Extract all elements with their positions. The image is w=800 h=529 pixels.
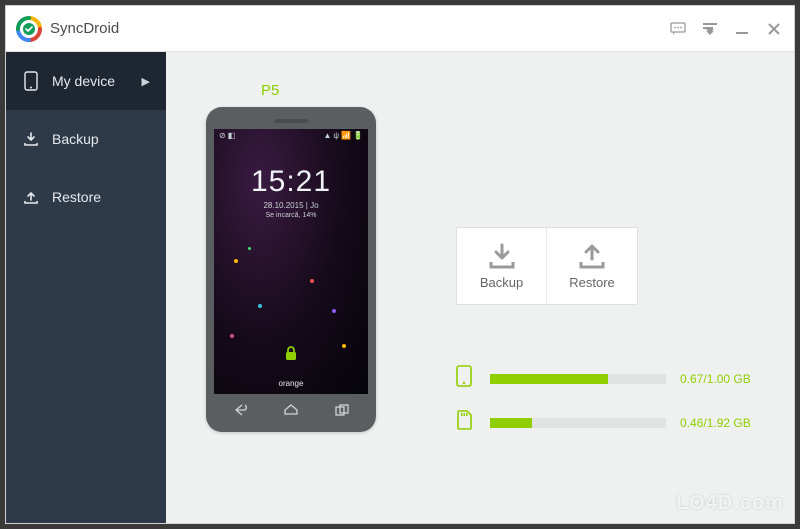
- storage-row-sdcard: 0.46/1.92 GB: [456, 410, 754, 435]
- sidebar-item-label: Backup: [52, 131, 99, 147]
- button-label: Backup: [480, 275, 523, 290]
- phone-icon: [22, 71, 40, 91]
- minimize-button[interactable]: [732, 19, 752, 39]
- upload-icon: [577, 243, 607, 269]
- close-button[interactable]: [764, 19, 784, 39]
- nav-recent-icon: [333, 404, 351, 416]
- lockscreen-clock: 15:21: [251, 165, 331, 199]
- phone-screen: ⊘◧ ▲ψ📶🔋 15:21 28.10.2015 | Jo Se incarcă…: [214, 129, 368, 394]
- wallpaper-dot: [310, 279, 314, 283]
- download-icon: [22, 131, 40, 147]
- nav-home-icon: [282, 404, 300, 416]
- carrier-label: orange: [279, 379, 304, 388]
- sidebar: My device ▶ Backup Restore: [6, 52, 166, 523]
- storage-bar-fill: [490, 418, 532, 428]
- statusbar-right: ▲ψ📶🔋: [322, 131, 364, 140]
- action-buttons: Backup Restore: [456, 227, 638, 305]
- menu-button[interactable]: [700, 19, 720, 39]
- button-label: Restore: [569, 275, 615, 290]
- download-icon: [487, 243, 517, 269]
- storage-section: 0.67/1.00 GB 0.46/1.92 GB: [456, 365, 754, 435]
- storage-bar: [490, 374, 666, 384]
- app-logo-icon: [16, 16, 42, 42]
- wallpaper-dot: [234, 259, 238, 263]
- sidebar-item-my-device[interactable]: My device ▶: [6, 52, 166, 110]
- wallpaper-dot: [230, 334, 234, 338]
- nav-back-icon: [231, 404, 249, 416]
- sidebar-item-restore[interactable]: Restore: [6, 168, 166, 226]
- wallpaper-dot: [258, 304, 262, 308]
- body: My device ▶ Backup Restore P5: [6, 52, 794, 523]
- sdcard-icon: [456, 410, 476, 435]
- storage-bar-fill: [490, 374, 608, 384]
- storage-row-internal: 0.67/1.00 GB: [456, 365, 754, 392]
- backup-button[interactable]: Backup: [457, 228, 547, 304]
- lockscreen-charging: Se incarcă, 14%: [266, 212, 317, 219]
- lockscreen-date: 28.10.2015 | Jo: [263, 201, 318, 210]
- storage-text: 0.67/1.00 GB: [680, 372, 751, 386]
- lock-icon: [283, 344, 299, 360]
- app-title: SyncDroid: [50, 20, 119, 37]
- main-panel: P5 ⊘◧ ▲ψ📶🔋 15:21 28.10.2015 | Jo Se inca…: [166, 52, 794, 523]
- sidebar-item-backup[interactable]: Backup: [6, 110, 166, 168]
- chevron-right-icon: ▶: [142, 75, 150, 88]
- titlebar: SyncDroid: [6, 6, 794, 52]
- app-window: SyncDroid My device ▶: [5, 5, 795, 524]
- phone-mock: ⊘◧ ▲ψ📶🔋 15:21 28.10.2015 | Jo Se incarcă…: [206, 107, 376, 432]
- device-column: P5 ⊘◧ ▲ψ📶🔋 15:21 28.10.2015 | Jo Se inca…: [206, 82, 376, 432]
- phone-statusbar: ⊘◧ ▲ψ📶🔋: [214, 129, 368, 143]
- right-column: Backup Restore: [376, 82, 754, 435]
- device-name: P5: [261, 82, 376, 99]
- sidebar-item-label: My device: [52, 73, 115, 89]
- restore-button[interactable]: Restore: [547, 228, 637, 304]
- wallpaper-dot: [332, 309, 336, 313]
- watermark: LO4D.com: [676, 492, 784, 515]
- wallpaper-dot: [248, 247, 251, 250]
- phone-navbar: [214, 400, 368, 420]
- feedback-button[interactable]: [668, 19, 688, 39]
- phone-speaker: [274, 119, 308, 123]
- upload-icon: [22, 189, 40, 205]
- statusbar-left: ⊘◧: [218, 131, 236, 140]
- storage-bar: [490, 418, 666, 428]
- wallpaper-dot: [342, 344, 346, 348]
- phone-storage-icon: [456, 365, 476, 392]
- sidebar-item-label: Restore: [52, 189, 101, 205]
- storage-text: 0.46/1.92 GB: [680, 416, 751, 430]
